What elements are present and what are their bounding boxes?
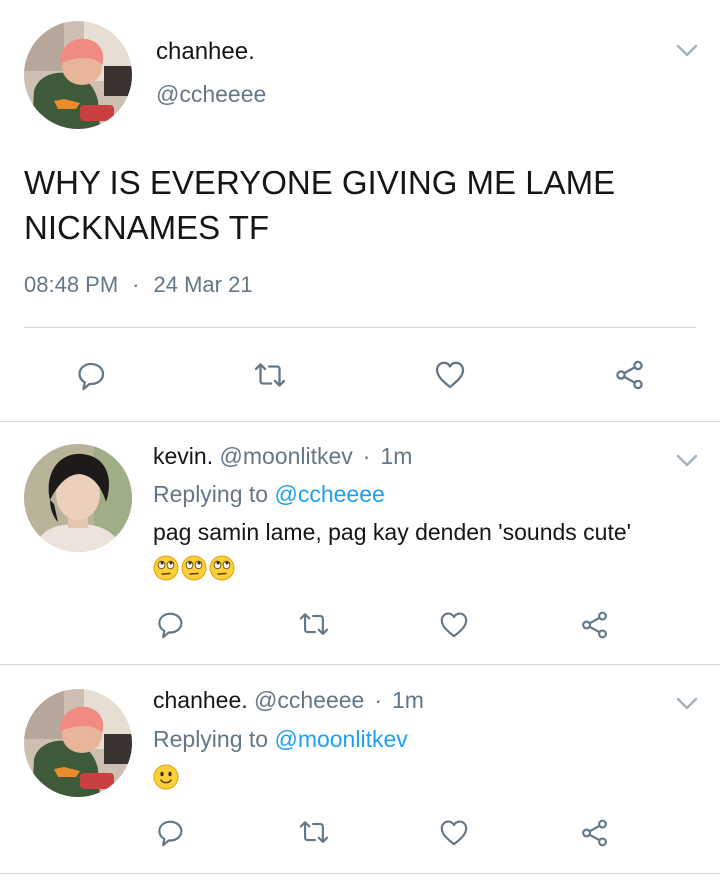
reply-tweet: kevin. @moonlitkev · 1m Replying to @cchee… xyxy=(0,422,720,664)
retweet-button[interactable] xyxy=(294,605,334,645)
like-icon xyxy=(440,820,468,846)
author-handle[interactable]: @ccheeee xyxy=(156,81,266,108)
retweet-button[interactable] xyxy=(294,813,334,853)
emoji-row xyxy=(153,553,237,581)
reply-icon xyxy=(158,612,183,639)
replying-to: Replying to @ccheeee xyxy=(153,481,385,508)
like-button[interactable] xyxy=(430,355,470,395)
share-button[interactable] xyxy=(575,605,615,645)
tweet-time: 08:48 PM xyxy=(24,272,119,297)
share-button[interactable] xyxy=(575,813,615,853)
author-handle[interactable]: @ccheeee xyxy=(254,687,364,713)
author-name[interactable]: chanhee. xyxy=(156,38,255,66)
author-name[interactable]: kevin. xyxy=(153,443,213,469)
share-icon xyxy=(582,819,607,847)
replying-to: Replying to @moonlitkev xyxy=(153,726,408,753)
meta-separator: · xyxy=(132,272,140,297)
slightly-smiling-emoji-icon xyxy=(153,764,179,790)
chevron-down-icon[interactable] xyxy=(676,44,698,58)
chevron-down-icon[interactable] xyxy=(676,697,698,711)
reply-button[interactable] xyxy=(152,605,192,645)
avatar[interactable] xyxy=(24,21,132,129)
retweet-icon xyxy=(254,363,286,387)
share-icon xyxy=(616,360,643,390)
reply-button[interactable] xyxy=(73,356,113,396)
share-button[interactable] xyxy=(610,355,650,395)
avatar[interactable] xyxy=(24,689,132,797)
author-name[interactable]: chanhee. xyxy=(153,687,248,713)
meta-separator: · xyxy=(362,443,371,469)
tweet-time[interactable]: 1m xyxy=(380,443,412,469)
tweet-separator xyxy=(0,873,720,874)
replying-prefix: Replying to xyxy=(153,481,269,507)
like-icon xyxy=(435,361,465,389)
rolling-eyes-emoji-icon xyxy=(209,555,235,581)
author-handle[interactable]: @moonlitkev xyxy=(219,443,352,469)
reply-header: chanhee. @ccheeee · 1m xyxy=(153,687,424,714)
rolling-eyes-emoji-icon xyxy=(181,555,207,581)
reply-icon xyxy=(78,362,105,391)
share-icon xyxy=(582,611,607,639)
divider xyxy=(24,327,696,328)
emoji-row xyxy=(153,762,181,790)
rolling-eyes-emoji-icon xyxy=(153,555,179,581)
reply-header: kevin. @moonlitkev · 1m xyxy=(153,443,412,470)
tweet-date: 24 Mar 21 xyxy=(153,272,253,297)
tweet-text: pag samin lame, pag kay denden 'sounds c… xyxy=(153,519,632,545)
chevron-down-icon[interactable] xyxy=(676,454,698,468)
reply-button[interactable] xyxy=(152,813,192,853)
tweet-text: WHY IS EVERYONE GIVING ME LAME NICKNAMES… xyxy=(24,164,616,246)
tweet-time[interactable]: 1m xyxy=(392,687,424,713)
meta-separator: · xyxy=(374,687,383,713)
like-button[interactable] xyxy=(434,605,474,645)
like-button[interactable] xyxy=(434,813,474,853)
main-tweet: chanhee. @ccheeee WHY IS EVERYONE GIVING… xyxy=(0,0,720,422)
retweet-icon xyxy=(299,613,329,635)
replying-prefix: Replying to xyxy=(153,726,269,752)
retweet-button[interactable] xyxy=(250,356,290,396)
replying-to-link[interactable]: @moonlitkev xyxy=(274,726,407,752)
replying-to-link[interactable]: @ccheeee xyxy=(274,481,384,507)
tweet-timestamp[interactable]: 08:48 PM · 24 Mar 21 xyxy=(24,272,253,298)
reply-icon xyxy=(158,820,183,847)
reply-tweet: chanhee. @ccheeee · 1m Replying to @moonli… xyxy=(0,665,720,886)
retweet-icon xyxy=(299,821,329,843)
avatar[interactable] xyxy=(24,444,132,552)
like-icon xyxy=(440,612,468,638)
